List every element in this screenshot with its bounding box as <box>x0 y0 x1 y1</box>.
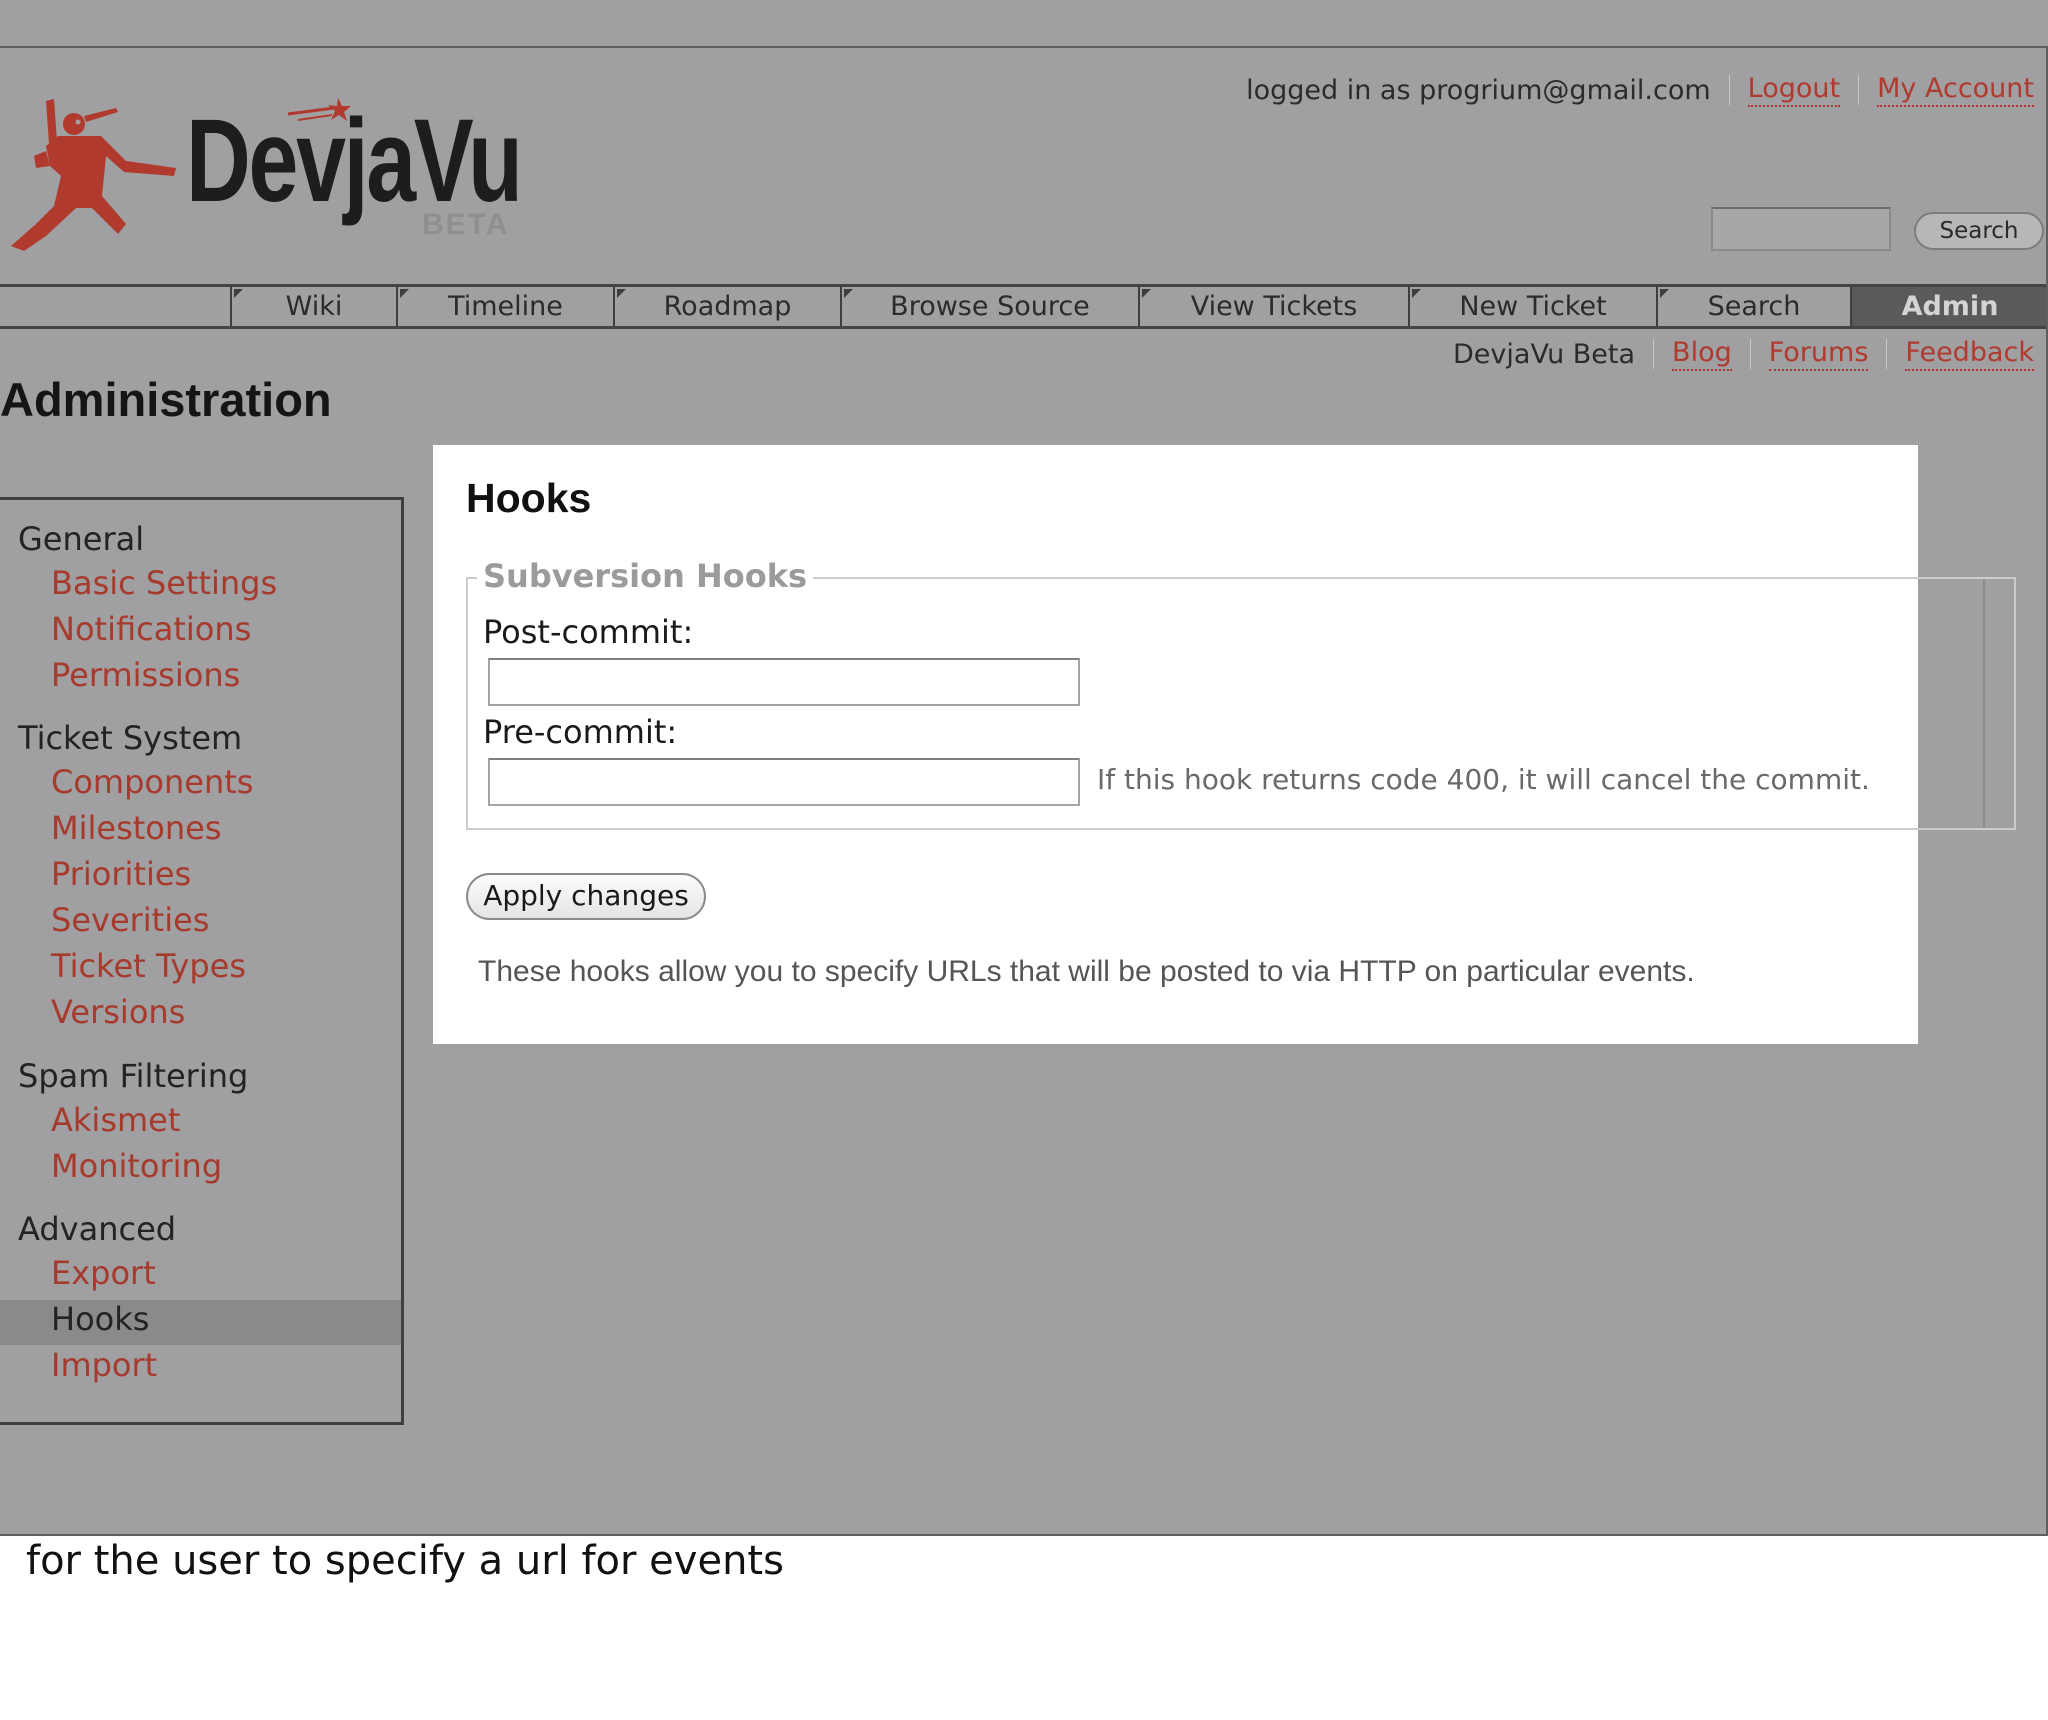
post-commit-label: Post-commit: <box>483 613 694 651</box>
tab-view-tickets[interactable]: View Tickets <box>1138 287 1408 326</box>
logged-in-status: logged in as progrium@gmail.com <box>1246 74 1711 106</box>
tab-wiki[interactable]: Wiki <box>230 287 396 326</box>
pre-commit-label: Pre-commit: <box>483 713 678 751</box>
sidebar-item-milestones[interactable]: Milestones <box>51 809 222 847</box>
logout-link[interactable]: Logout <box>1747 73 1841 107</box>
tab-roadmap[interactable]: Roadmap <box>613 287 840 326</box>
post-commit-field[interactable] <box>488 658 1080 706</box>
sidebar-item-versions[interactable]: Versions <box>51 993 185 1031</box>
tab-label: Wiki <box>285 291 343 322</box>
tab-search[interactable]: Search <box>1656 287 1850 326</box>
tab-corner-icon <box>400 289 409 298</box>
beta-badge: BETA <box>422 208 510 241</box>
sidebar-category-ticket-system: Ticket System <box>18 719 243 757</box>
ctxnav-blog-link[interactable]: Blog <box>1672 337 1732 371</box>
hooks-description: These hooks allow you to specify URLs th… <box>478 955 1695 988</box>
tab-timeline[interactable]: Timeline <box>396 287 613 326</box>
tab-new-ticket[interactable]: New Ticket <box>1408 287 1656 326</box>
sidebar-item-akismet[interactable]: Akismet <box>51 1101 180 1139</box>
context-nav: DevjaVu Beta Blog Forums Feedback <box>1453 336 2034 372</box>
sidebar-item-ticket-types[interactable]: Ticket Types <box>51 947 246 985</box>
sidebar-item-export[interactable]: Export <box>51 1254 156 1292</box>
separator <box>1653 339 1655 369</box>
tab-corner-icon <box>234 289 243 298</box>
tab-corner-icon <box>617 289 626 298</box>
tab-label: View Tickets <box>1190 291 1358 322</box>
pre-commit-hint: If this hook returns code 400, it will c… <box>1097 763 1870 796</box>
main-nav: Wiki Timeline Roadmap Browse Source View… <box>0 284 2048 329</box>
sidebar-category-spam-filtering: Spam Filtering <box>18 1057 249 1095</box>
tab-label: New Ticket <box>1459 291 1607 322</box>
top-border <box>0 46 2048 48</box>
ctxnav-feedback-link[interactable]: Feedback <box>1905 337 2034 371</box>
ctxnav-devjavu-beta: DevjaVu Beta <box>1453 338 1636 370</box>
tab-admin[interactable]: Admin <box>1850 287 2048 326</box>
sidebar-item-monitoring[interactable]: Monitoring <box>51 1147 222 1185</box>
sidebar-item-components[interactable]: Components <box>51 763 253 801</box>
sidebar-category-general: General <box>18 520 145 558</box>
sidebar-item-priorities[interactable]: Priorities <box>51 855 191 893</box>
tab-label: Roadmap <box>663 291 792 322</box>
devjavu-logo[interactable]: DevjaVu BETA <box>6 96 546 261</box>
separator <box>1886 339 1888 369</box>
separator <box>1728 75 1730 105</box>
tab-corner-icon <box>844 289 853 298</box>
screenshot-frame: DevjaVu BETA logged in as progrium@gmail… <box>0 0 2048 1536</box>
tab-label: Search <box>1707 291 1801 322</box>
pre-commit-field[interactable] <box>488 758 1080 806</box>
separator <box>1749 339 1751 369</box>
tab-label: Admin <box>1901 291 1999 322</box>
tab-corner-icon <box>1412 289 1421 298</box>
panel-title: Hooks <box>466 475 592 521</box>
hooks-panel: Hooks Subversion Hooks Post-commit: Pre-… <box>433 445 2016 1044</box>
sidebar-item-permissions[interactable]: Permissions <box>51 656 240 694</box>
tab-corner-icon <box>1660 289 1669 298</box>
search-button[interactable]: Search <box>1914 212 2044 250</box>
tab-label: Timeline <box>448 291 563 322</box>
sidebar-item-hooks[interactable]: Hooks <box>51 1300 149 1338</box>
slide-caption: for the user to specify a url for events <box>26 1538 784 1584</box>
sidebar-item-import[interactable]: Import <box>51 1346 157 1384</box>
tab-corner-icon <box>1142 289 1151 298</box>
tab-label: Browse Source <box>890 291 1090 322</box>
meta-nav: logged in as progrium@gmail.com Logout M… <box>1246 72 2034 108</box>
my-account-link[interactable]: My Account <box>1877 73 2034 107</box>
page-title: Administration <box>0 373 332 426</box>
fieldset-legend: Subversion Hooks <box>477 557 814 595</box>
ctxnav-forums-link[interactable]: Forums <box>1768 337 1869 371</box>
sidebar-item-basic-settings[interactable]: Basic Settings <box>51 564 277 602</box>
apply-changes-button[interactable]: Apply changes <box>466 873 706 920</box>
sidebar-item-severities[interactable]: Severities <box>51 901 209 939</box>
sidebar-category-advanced: Advanced <box>18 1210 177 1248</box>
separator <box>1858 75 1860 105</box>
shuriken-icon <box>287 98 351 121</box>
admin-sidebar: General Basic Settings Notifications Per… <box>0 497 404 1425</box>
tab-browse-source[interactable]: Browse Source <box>840 287 1138 326</box>
ninja-logo-icon <box>11 99 176 251</box>
search-input[interactable] <box>1711 207 1891 251</box>
sidebar-item-notifications[interactable]: Notifications <box>51 610 251 648</box>
